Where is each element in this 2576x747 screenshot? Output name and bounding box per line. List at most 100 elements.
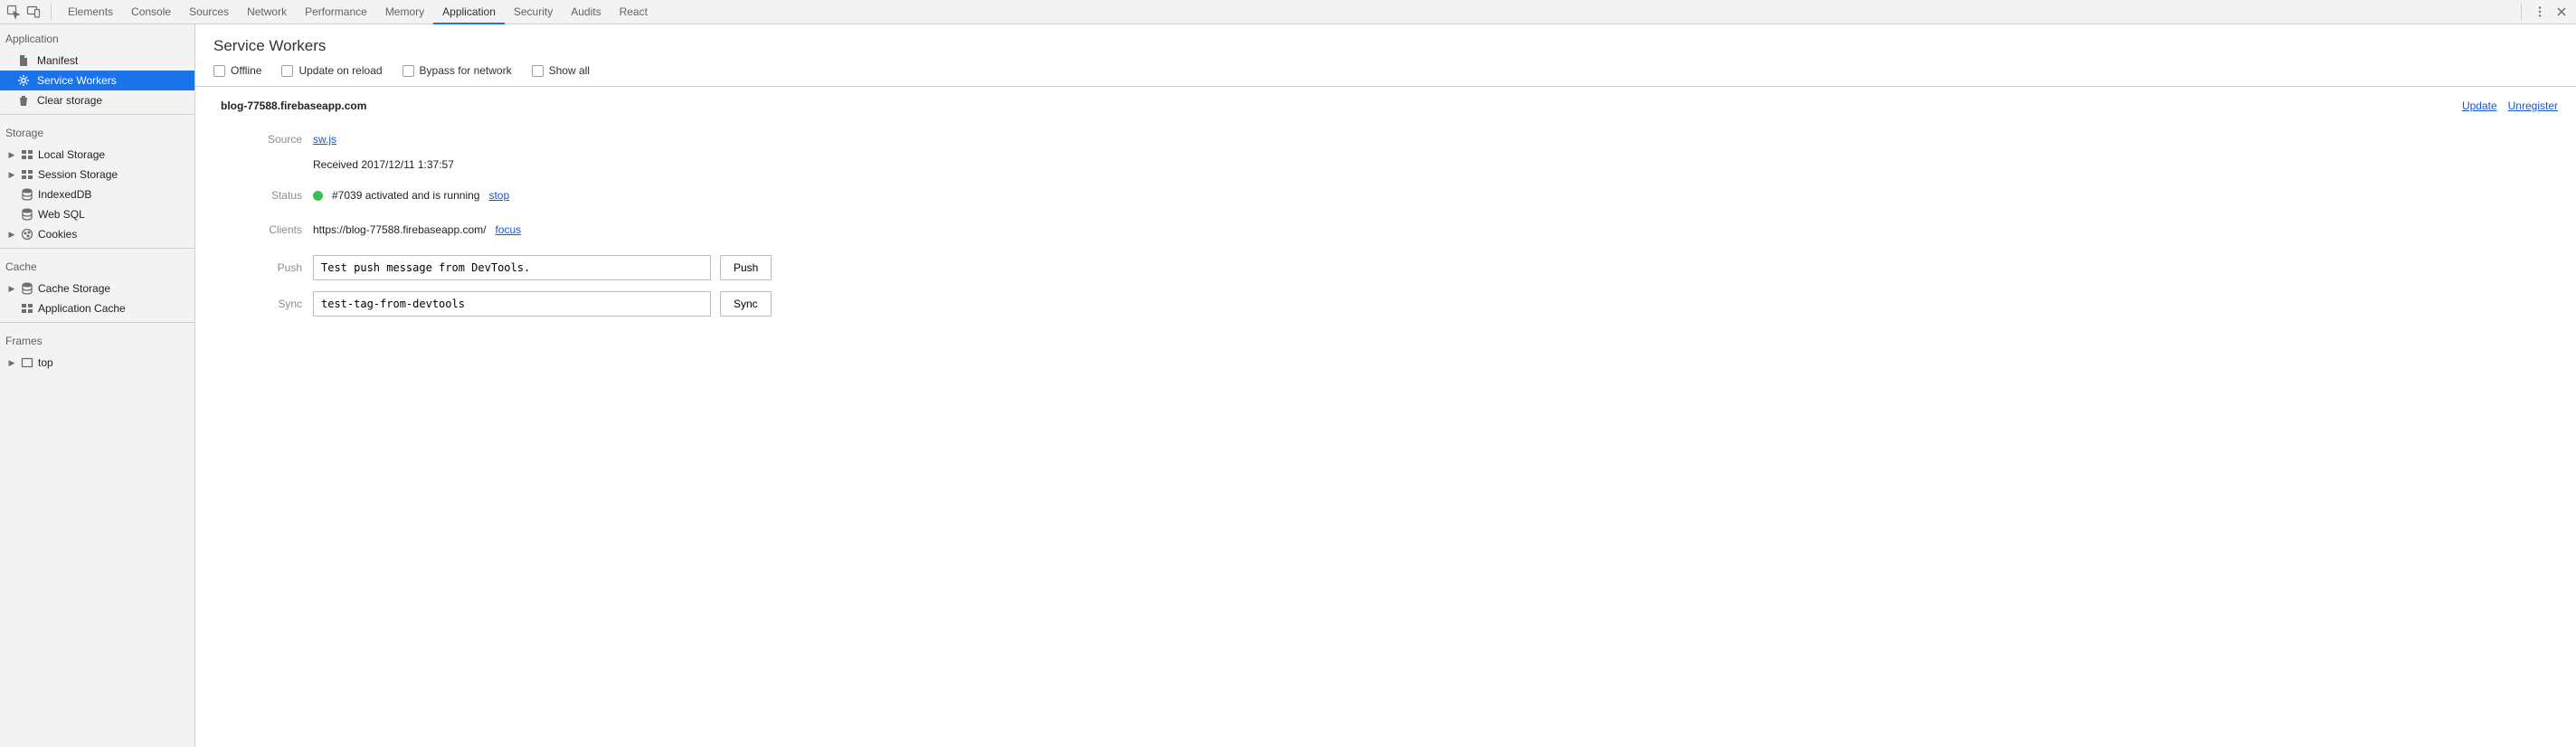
sidebar-item-label: Session Storage [38,168,118,181]
chevron-right-icon: ▶ [7,230,16,240]
storage-grid-icon [20,147,34,162]
kebab-menu-icon[interactable] [2529,1,2551,23]
close-icon[interactable] [2551,1,2572,23]
tab-react[interactable]: React [611,0,657,24]
sidebar-item-session-storage[interactable]: ▶ Session Storage [0,165,194,184]
sw-client-url: https://blog-77588.firebaseapp.com/ [313,223,486,236]
checkbox-icon [532,65,544,77]
database-icon [20,281,34,296]
tab-memory[interactable]: Memory [376,0,433,24]
sidebar-item-label: Manifest [37,54,78,67]
tab-performance[interactable]: Performance [296,0,376,24]
sidebar-section-storage: Storage [0,118,194,145]
cookie-icon [20,227,34,241]
checkbox-icon [281,65,293,77]
chevron-right-icon: ▶ [7,150,16,160]
divider [51,4,52,20]
file-icon [16,53,31,68]
sidebar-item-application-cache[interactable]: Application Cache [0,298,194,318]
devtools-tabstrip: Elements Console Sources Network Perform… [0,0,2576,24]
chevron-right-icon: ▶ [7,170,16,180]
row-status: Status #7039 activated and is running st… [195,181,2576,210]
row-label: Sync [195,298,313,310]
application-sidebar: Application Manifest Service Workers Cle… [0,24,195,747]
sidebar-item-indexeddb[interactable]: IndexedDB [0,184,194,204]
sidebar-item-clear-storage[interactable]: Clear storage [0,90,194,110]
tab-elements[interactable]: Elements [59,0,122,24]
sidebar-item-label: Clear storage [37,94,102,107]
sidebar-item-label: Web SQL [38,208,85,221]
storage-grid-icon [20,167,34,182]
tab-application[interactable]: Application [433,0,505,24]
unregister-link[interactable]: Unregister [2508,99,2558,112]
push-button[interactable]: Push [720,255,772,280]
tab-network[interactable]: Network [238,0,296,24]
row-label: Status [195,189,313,202]
checkbox-icon [402,65,414,77]
frame-icon [20,355,34,370]
stop-link[interactable]: stop [488,189,509,202]
checkbox-icon [213,65,225,77]
tab-console[interactable]: Console [122,0,180,24]
checkbox-update-on-reload[interactable]: Update on reload [281,64,382,77]
inspect-element-icon[interactable] [4,2,24,22]
gear-icon [16,73,31,88]
device-toolbar-icon[interactable] [24,2,43,22]
chevron-right-icon: ▶ [7,284,16,294]
sidebar-item-web-sql[interactable]: Web SQL [0,204,194,224]
sync-button[interactable]: Sync [720,291,772,317]
sync-input[interactable] [313,291,711,317]
database-icon [20,187,34,202]
panel-title: Service Workers [195,24,2576,64]
row-label: Clients [195,223,313,236]
sidebar-item-label: top [38,356,53,369]
sidebar-item-manifest[interactable]: Manifest [0,51,194,71]
sw-received-text: Received 2017/12/11 1:37:57 [313,158,454,171]
trash-icon [16,93,31,108]
service-workers-panel: Service Workers Offline Update on reload… [195,24,2576,747]
row-sync: Sync Sync [195,289,2576,318]
focus-link[interactable]: focus [495,223,521,236]
sw-origin-row: blog-77588.firebaseapp.com Update Unregi… [195,87,2576,121]
row-label: Push [195,261,313,274]
checkbox-label: Show all [549,64,590,77]
row-label: Source [195,133,313,146]
sw-status-text: #7039 activated and is running [332,189,479,202]
sidebar-item-label: Application Cache [38,302,126,315]
row-push: Push Push [195,253,2576,282]
checkbox-bypass-for-network[interactable]: Bypass for network [402,64,512,77]
sidebar-section-cache: Cache [0,252,194,279]
sidebar-item-cache-storage[interactable]: ▶ Cache Storage [0,279,194,298]
sw-origin: blog-77588.firebaseapp.com [221,99,366,112]
checkbox-label: Offline [231,64,261,77]
tab-security[interactable]: Security [505,0,562,24]
sw-toolbar: Offline Update on reload Bypass for netw… [195,64,2576,87]
sidebar-section-frames: Frames [0,326,194,353]
checkbox-label: Bypass for network [420,64,512,77]
chevron-right-icon: ▶ [7,358,16,368]
sidebar-item-label: Service Workers [37,74,117,87]
sidebar-item-label: Cache Storage [38,282,110,295]
divider [2521,4,2522,20]
sidebar-item-service-workers[interactable]: Service Workers [0,71,194,90]
storage-grid-icon [20,301,34,316]
update-link[interactable]: Update [2462,99,2497,112]
status-dot-icon [313,191,323,201]
tab-audits[interactable]: Audits [562,0,610,24]
database-icon [20,207,34,222]
checkbox-show-all[interactable]: Show all [532,64,590,77]
row-clients: Clients https://blog-77588.firebaseapp.c… [195,215,2576,244]
checkbox-label: Update on reload [298,64,382,77]
sidebar-item-label: IndexedDB [38,188,91,201]
sidebar-item-label: Local Storage [38,148,105,161]
tab-sources[interactable]: Sources [180,0,238,24]
sidebar-item-cookies[interactable]: ▶ Cookies [0,224,194,244]
checkbox-offline[interactable]: Offline [213,64,261,77]
sidebar-section-application: Application [0,24,194,51]
sidebar-item-label: Cookies [38,228,77,241]
push-input[interactable] [313,255,711,280]
row-source-received: Received 2017/12/11 1:37:57 [195,154,2576,175]
sidebar-item-frame-top[interactable]: ▶ top [0,353,194,373]
sw-source-link[interactable]: sw.js [313,133,336,146]
sidebar-item-local-storage[interactable]: ▶ Local Storage [0,145,194,165]
